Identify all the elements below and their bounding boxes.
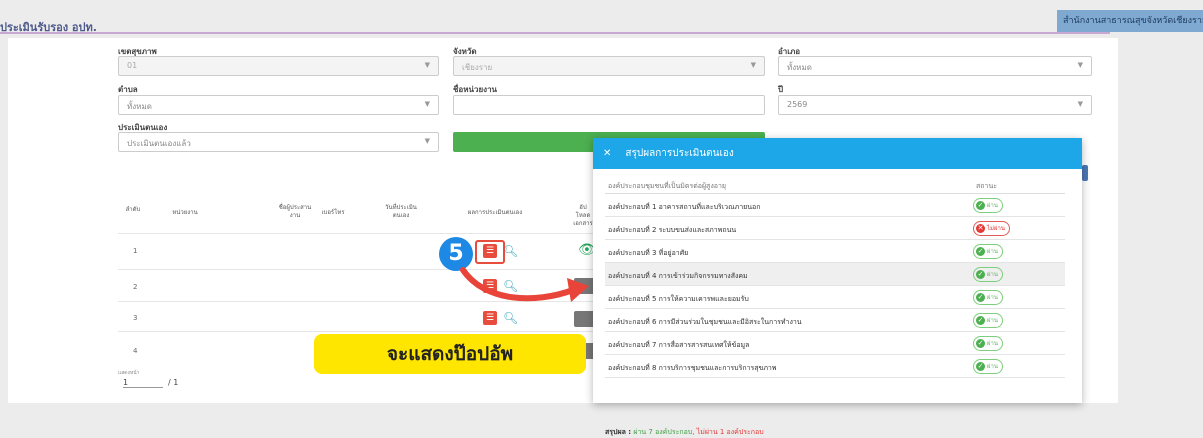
table-row: 3 <box>133 314 138 322</box>
page-total: / 1 <box>168 378 179 387</box>
status-badge: ✓ ผ่าน <box>973 336 1003 351</box>
table-row: 4 <box>133 347 138 355</box>
status-text: ผ่าน <box>987 363 998 370</box>
subdistrict-select[interactable]: ทั้งหมด ▼ <box>118 95 439 115</box>
year-select[interactable]: 2569 ▼ <box>778 95 1092 115</box>
check-icon: ✓ <box>976 362 985 371</box>
check-icon: ✓ <box>976 293 985 302</box>
col-component: องค์ประกอบชุมชนที่เป็นมิตรต่อผู้สูงอายุ <box>608 182 726 190</box>
component-label: องค์ประกอบที่ 7 การสื่อสารสารสนเทศให้ข้อ… <box>608 341 750 349</box>
summary-row: องค์ประกอบที่ 2 ระบบขนส่งและสภาพถนน ✕ ไม่ผ… <box>605 217 1065 240</box>
office-chip[interactable]: สำนักงานสาธารณสุขจังหวัดเชียงราย <box>1057 10 1203 32</box>
summary-row: องค์ประกอบที่ 3 ที่อยู่อาศัย ✓ ผ่าน <box>605 240 1065 263</box>
summary-pass: ผ่าน 7 องค์ประกอบ, <box>633 428 695 436</box>
th-result: ผลการประเมินตนเอง <box>467 209 523 216</box>
th-upload: อัปโหลดเอกสาร <box>573 204 593 227</box>
self-assess-select[interactable]: ประเมินตนเองแล้ว ▼ <box>118 132 439 152</box>
status-text: ผ่าน <box>987 317 998 324</box>
summary-row: องค์ประกอบที่ 7 การสื่อสารสารสนเทศให้ข้อ… <box>605 332 1065 355</box>
modal-header: ✕ สรุปผลการประเมินตนเอง <box>593 138 1082 169</box>
summary-row: องค์ประกอบที่ 8 การบริการชุมชนและการบริก… <box>605 355 1065 378</box>
summary-header-row: องค์ประกอบชุมชนที่เป็นมิตรต่อผู้สูงอายุ … <box>605 174 1065 194</box>
export-button-edge[interactable] <box>1082 165 1088 181</box>
check-icon: ✓ <box>976 247 985 256</box>
district-value: ทั้งหมด <box>787 63 812 72</box>
summary-row: องค์ประกอบที่ 5 การให้ความเคารพและยอมรับ… <box>605 286 1065 309</box>
summary-table: องค์ประกอบชุมชนที่เป็นมิตรต่อผู้สูงอายุ … <box>605 174 1065 436</box>
status-badge: ✕ ไม่ผ่าน <box>973 221 1010 236</box>
page-input[interactable]: 1 <box>123 378 163 388</box>
summary-fail: ไม่ผ่าน 1 องค์ประกอบ <box>696 428 764 436</box>
check-icon: ✓ <box>976 270 985 279</box>
status-badge: ✓ ผ่าน <box>973 198 1003 213</box>
year-value: 2569 <box>787 100 808 109</box>
chevron-down-icon: ▼ <box>1077 61 1083 69</box>
search-doc-icon[interactable]: 🔍︎ <box>503 244 518 258</box>
chevron-down-icon: ▼ <box>750 61 756 69</box>
table-row: 2 <box>133 283 138 291</box>
summary-modal: ✕ สรุปผลการประเมินตนเอง องค์ประกอบชุมชนที… <box>593 138 1082 436</box>
health-zone-select: 01 ▼ <box>118 56 439 76</box>
status-badge: ✓ ผ่าน <box>973 359 1003 374</box>
page-label: แสดงหน้า <box>118 370 140 376</box>
th-order: ลำดับ <box>125 206 141 213</box>
subdistrict-value: ทั้งหมด <box>127 102 152 111</box>
component-label: องค์ประกอบที่ 8 การบริการชุมชนและการบริก… <box>608 364 777 372</box>
self-assess-value: ประเมินตนเองแล้ว <box>127 139 191 148</box>
component-label: องค์ประกอบที่ 2 ระบบขนส่งและสภาพถนน <box>608 226 737 234</box>
health-zone-value: 01 <box>127 61 138 70</box>
close-icon[interactable]: ✕ <box>603 148 611 159</box>
status-text: ผ่าน <box>987 294 998 301</box>
component-label: องค์ประกอบที่ 4 การเข้าร่วมกิจกรรมทางสัง… <box>608 272 748 280</box>
status-text: ไม่ผ่าน <box>987 225 1005 232</box>
component-label: องค์ประกอบที่ 3 ที่อยู่อาศัย <box>608 249 689 257</box>
th-assess-date: วันที่ประเมินตนเอง <box>385 204 417 219</box>
summary-result: สรุปผล : ผ่าน 7 องค์ประกอบ, ไม่ผ่าน 1 อง… <box>605 427 764 438</box>
status-text: ผ่าน <box>987 248 998 255</box>
status-badge: ✓ ผ่าน <box>973 313 1003 328</box>
check-icon: ✓ <box>976 316 985 325</box>
callout-label: จะแสดงป๊อปอัพ <box>314 334 586 374</box>
title-divider <box>0 32 1110 34</box>
chevron-down-icon: ▼ <box>424 137 430 145</box>
arrow-icon <box>460 267 589 302</box>
check-icon: ✓ <box>976 339 985 348</box>
modal-title: สรุปผลการประเมินตนเอง <box>625 148 734 159</box>
summary-label: สรุปผล : <box>605 428 632 436</box>
highlight-box <box>475 240 505 264</box>
status-text: ผ่าน <box>987 340 998 347</box>
summary-row: องค์ประกอบที่ 1 อาคารสถานที่และบริเวณภาย… <box>605 194 1065 217</box>
component-label: องค์ประกอบที่ 5 การให้ความเคารพและยอมรับ <box>608 295 749 303</box>
status-badge: ✓ ผ่าน <box>973 290 1003 305</box>
status-text: ผ่าน <box>987 202 998 209</box>
province-select: เชียงราย ▼ <box>453 56 765 76</box>
col-status: สถานะ <box>976 182 997 190</box>
status-badge: ✓ ผ่าน <box>973 267 1003 282</box>
status-badge: ✓ ผ่าน <box>973 244 1003 259</box>
district-select[interactable]: ทั้งหมด ▼ <box>778 56 1092 76</box>
component-label: องค์ประกอบที่ 1 อาคารสถานที่และบริเวณภาย… <box>608 203 761 211</box>
summary-row: องค์ประกอบที่ 6 การมีส่วนร่วมในชุมชนและม… <box>605 309 1065 332</box>
th-coordinator: ชื่อผู้ประสานงาน <box>278 204 312 219</box>
unit-name-input[interactable] <box>453 95 765 115</box>
report-icon[interactable]: ☰ <box>483 311 497 325</box>
row-divider <box>118 233 598 234</box>
summary-row: องค์ประกอบที่ 4 การเข้าร่วมกิจกรรมทางสัง… <box>605 263 1065 286</box>
search-doc-icon[interactable]: 🔍︎ <box>503 311 518 325</box>
chevron-down-icon: ▼ <box>1077 100 1083 108</box>
th-unit: หน่วยงาน <box>172 209 198 216</box>
chevron-down-icon: ▼ <box>424 61 430 69</box>
cross-icon: ✕ <box>976 224 985 233</box>
province-value: เชียงราย <box>462 63 493 72</box>
th-phone: เบอร์โทร <box>321 209 345 216</box>
check-icon: ✓ <box>976 201 985 210</box>
table-row: 1 <box>133 247 138 255</box>
row-divider <box>118 331 598 332</box>
chevron-down-icon: ▼ <box>424 100 430 108</box>
status-text: ผ่าน <box>987 271 998 278</box>
component-label: องค์ประกอบที่ 6 การมีส่วนร่วมในชุมชนและม… <box>608 318 802 326</box>
